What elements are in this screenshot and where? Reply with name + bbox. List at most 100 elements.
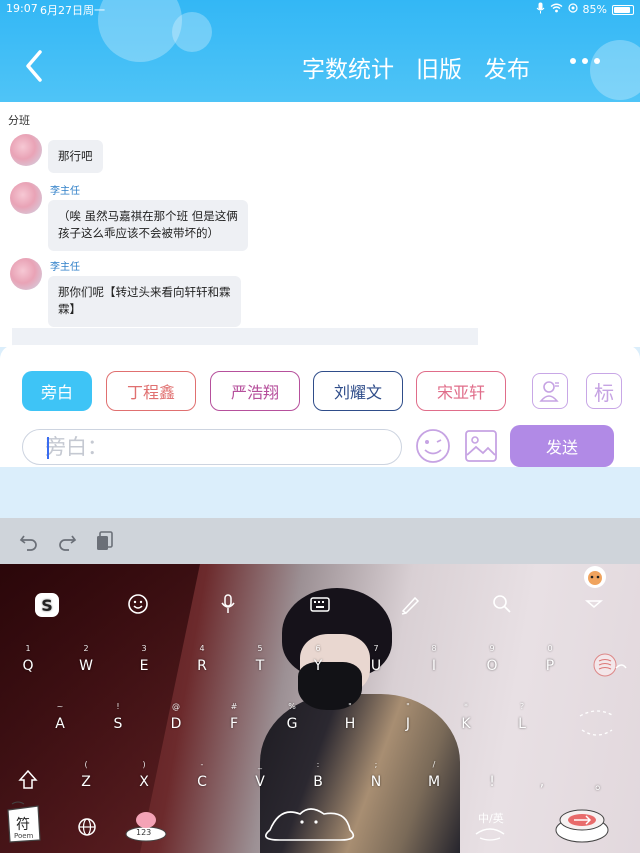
key-label: L bbox=[518, 716, 526, 732]
backspace-key[interactable] bbox=[590, 650, 630, 684]
key-sub: 2 bbox=[83, 644, 89, 653]
number-key[interactable]: 123 bbox=[124, 808, 168, 842]
key-o[interactable]: 9O bbox=[472, 644, 512, 684]
key-label: A bbox=[55, 716, 65, 732]
key-u[interactable]: 7U bbox=[356, 644, 396, 684]
message-bubble[interactable]: 那你们呢【转过头来看向轩轩和霖 霖】 bbox=[48, 276, 241, 327]
image-icon[interactable] bbox=[464, 429, 498, 467]
key-w[interactable]: 2W bbox=[66, 644, 106, 684]
publish-button[interactable]: 发布 bbox=[484, 50, 530, 84]
key-n[interactable]: ; N bbox=[356, 760, 396, 800]
key-v[interactable]: _ V bbox=[240, 760, 280, 800]
key-comma[interactable]: , bbox=[522, 760, 562, 800]
role-chip-4[interactable]: 宋亚轩 bbox=[416, 371, 506, 411]
enter-send-key[interactable] bbox=[554, 800, 610, 846]
status-right: 85% bbox=[536, 2, 634, 17]
key-label: N bbox=[370, 774, 382, 790]
key-sub: ( bbox=[84, 760, 88, 769]
avatar[interactable] bbox=[10, 258, 42, 290]
message-input[interactable] bbox=[45, 435, 401, 459]
key-row-1: 1Q 2W 3E 4R 5T 6Y 7U 8I 9O 0P bbox=[0, 644, 640, 684]
key-r[interactable]: 4R bbox=[182, 644, 222, 684]
message-bubble[interactable]: （唉 虽然马嘉祺在那个班 但是这俩 孩子这么乖应该不会被带坏的） bbox=[48, 200, 248, 251]
key-sub: 9 bbox=[489, 644, 495, 653]
globe-icon[interactable] bbox=[76, 816, 98, 842]
key-b[interactable]: :B bbox=[298, 760, 338, 800]
key-label: Z bbox=[81, 774, 91, 790]
header-actions: 字数统计 旧版 发布 bbox=[302, 50, 530, 84]
key-c[interactable]: -C bbox=[182, 760, 222, 800]
handwriting-icon[interactable] bbox=[398, 592, 426, 620]
avatar[interactable] bbox=[10, 134, 42, 166]
key-q[interactable]: 1Q bbox=[8, 644, 48, 684]
collapse-keyboard-icon[interactable] bbox=[582, 592, 610, 620]
key-l[interactable]: ? L bbox=[502, 702, 542, 742]
enter-key[interactable] bbox=[572, 706, 622, 744]
message-input-wrap[interactable] bbox=[22, 429, 402, 465]
key-t[interactable]: 5T bbox=[240, 644, 280, 684]
chat-message: 李主任 那你们呢【转过头来看向轩轩和霖 霖】 bbox=[10, 258, 241, 327]
message-text-line: 那你们呢【转过头来看向轩轩和霖 bbox=[58, 285, 231, 299]
key-k[interactable]: * K bbox=[446, 702, 486, 742]
avatar[interactable] bbox=[10, 182, 42, 214]
chat-message: 那行吧 bbox=[10, 134, 103, 174]
language-switch-key[interactable]: 中/英 bbox=[470, 804, 510, 844]
key-s[interactable]: ! S bbox=[98, 702, 138, 742]
key-sub: 8 bbox=[431, 644, 437, 653]
emoji-icon[interactable] bbox=[126, 592, 154, 620]
key-z[interactable]: (Z bbox=[66, 760, 106, 800]
key-y[interactable]: 6Y bbox=[298, 644, 338, 684]
key-label: H bbox=[344, 716, 356, 732]
send-button[interactable]: 发送 bbox=[510, 425, 614, 467]
key-j[interactable]: " J bbox=[388, 702, 428, 742]
sogou-logo-icon[interactable]: S bbox=[34, 592, 62, 620]
back-button[interactable] bbox=[20, 48, 50, 84]
tag-icon-label: 标 bbox=[594, 380, 614, 405]
skin-mascot-icon[interactable] bbox=[584, 566, 606, 588]
key-sub: 4 bbox=[199, 644, 205, 653]
word-count-button[interactable]: 字数统计 bbox=[302, 50, 394, 84]
number-key-label: 123 bbox=[136, 828, 152, 837]
key-f[interactable]: # F bbox=[214, 702, 254, 742]
message-bubble[interactable]: 那行吧 bbox=[48, 140, 103, 174]
key-i[interactable]: 8I bbox=[414, 644, 454, 684]
key-sub: 6 bbox=[315, 644, 321, 653]
tag-icon[interactable]: 标 bbox=[586, 373, 622, 409]
key-label: Y bbox=[313, 658, 323, 674]
key-h[interactable]: " H bbox=[330, 702, 370, 742]
message-text: 那行吧 bbox=[58, 149, 93, 163]
search-icon[interactable] bbox=[490, 592, 518, 620]
paste-icon[interactable] bbox=[94, 530, 116, 552]
role-chip-3[interactable]: 刘耀文 bbox=[313, 371, 403, 411]
more-icon[interactable] bbox=[570, 58, 600, 64]
key-period[interactable]: 。 bbox=[582, 760, 622, 800]
role-chip-narrator[interactable]: 旁白 bbox=[22, 371, 92, 411]
key-exclaim[interactable]: ! bbox=[472, 760, 512, 800]
key-e[interactable]: 3E bbox=[124, 644, 164, 684]
key-row-3: (Z ) X -C _ V :B ; N / M ! , 。 bbox=[0, 760, 640, 800]
decor-bubble bbox=[172, 12, 212, 52]
space-key[interactable] bbox=[250, 800, 370, 846]
text-caret bbox=[47, 437, 49, 459]
shift-key[interactable] bbox=[16, 768, 40, 796]
redo-icon[interactable] bbox=[56, 530, 78, 552]
voice-input-icon[interactable] bbox=[216, 592, 244, 620]
spacer bbox=[0, 467, 640, 518]
role-manage-icon[interactable] bbox=[532, 373, 568, 409]
chat-message: 李主任 （唉 虽然马嘉祺在那个班 但是这俩 孩子这么乖应该不会被带坏的） bbox=[10, 182, 248, 251]
key-label: W bbox=[79, 658, 93, 674]
key-x[interactable]: ) X bbox=[124, 760, 164, 800]
key-a[interactable]: ~ A bbox=[40, 702, 80, 742]
key-d[interactable]: @ D bbox=[156, 702, 196, 742]
keyboard-switch-icon[interactable] bbox=[308, 592, 336, 620]
key-m[interactable]: / M bbox=[414, 760, 454, 800]
emoji-icon[interactable] bbox=[414, 427, 452, 469]
symbol-key[interactable]: 符 Poem bbox=[4, 800, 44, 846]
key-p[interactable]: 0P bbox=[530, 644, 570, 684]
role-chip-2[interactable]: 严浩翔 bbox=[210, 371, 300, 411]
undo-icon[interactable] bbox=[18, 530, 40, 552]
role-chip-1[interactable]: 丁程鑫 bbox=[106, 371, 196, 411]
key-label: C bbox=[197, 774, 207, 790]
key-g[interactable]: % G bbox=[272, 702, 312, 742]
old-version-button[interactable]: 旧版 bbox=[416, 50, 462, 84]
